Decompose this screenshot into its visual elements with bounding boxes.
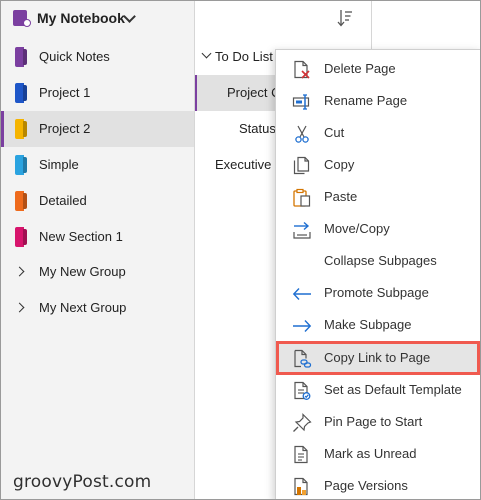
chevron-right-icon — [14, 302, 25, 313]
menu-item-label: Pin Page to Start — [324, 414, 423, 429]
notebook-title: My Notebook — [37, 10, 125, 26]
menu-item-label: Delete Page — [324, 61, 396, 76]
section-group-label: My Next Group — [39, 300, 127, 315]
scissors-icon — [292, 124, 312, 144]
menu-item-move-copy[interactable]: Move/Copy — [276, 213, 480, 245]
menu-item-pin-page-to-start[interactable]: Pin Page to Start — [276, 406, 480, 438]
section-label: Detailed — [39, 193, 87, 208]
section-tab-icon — [15, 83, 24, 103]
menu-item-page-versions[interactable]: Page Versions — [276, 470, 480, 499]
section-tab-icon — [15, 191, 24, 211]
menu-item-label: Copy Link to Page — [324, 350, 431, 365]
menu-item-label: Set as Default Template — [324, 382, 462, 397]
menu-item-label: Make Subpage — [324, 317, 412, 332]
section-label: New Section 1 — [39, 229, 123, 244]
section-item-project-1[interactable]: Project 1 — [1, 75, 194, 111]
page-context-menu: Delete Page Rename Page Cut Copy Paste M… — [275, 49, 480, 499]
page-versions-icon — [292, 477, 312, 497]
page-label: Executive S — [215, 157, 284, 172]
rename-page-icon — [292, 92, 312, 112]
copy-link-icon — [292, 349, 312, 369]
section-tab-icon — [15, 227, 24, 247]
page-label: Project C — [227, 85, 281, 100]
menu-item-label: Promote Subpage — [324, 285, 429, 300]
menu-item-copy-link-to-page[interactable]: Copy Link to Page — [276, 341, 480, 375]
move-copy-icon — [292, 220, 312, 240]
menu-item-label: Collapse Subpages — [324, 253, 437, 268]
section-tab-icon — [15, 47, 24, 67]
section-pane: Quick Notes Project 1 Project 2 Simple D… — [1, 1, 195, 499]
mark-unread-icon — [292, 445, 312, 465]
pin-icon — [292, 413, 312, 433]
section-item-quick-notes[interactable]: Quick Notes — [1, 39, 194, 75]
section-group-label: My New Group — [39, 264, 126, 279]
menu-item-mark-as-unread[interactable]: Mark as Unread — [276, 438, 480, 470]
menu-item-promote-subpage[interactable]: Promote Subpage — [276, 277, 480, 309]
section-group-my-new-group[interactable]: My New Group — [1, 254, 194, 290]
page-label: Status — [239, 121, 276, 136]
menu-item-label: Paste — [324, 189, 358, 204]
onenote-window: Quick Notes Project 1 Project 2 Simple D… — [0, 0, 481, 500]
section-item-project-2[interactable]: Project 2 — [1, 111, 194, 147]
menu-item-delete-page[interactable]: Delete Page — [276, 53, 480, 85]
copy-icon — [292, 156, 312, 176]
notebook-icon — [13, 10, 31, 27]
page-group-label: To Do List — [215, 49, 273, 64]
section-item-detailed[interactable]: Detailed — [1, 183, 194, 219]
watermark: groovyPost.com — [13, 472, 152, 492]
template-icon — [292, 381, 312, 401]
section-group-my-next-group[interactable]: My Next Group — [1, 290, 194, 326]
menu-item-label: Copy — [324, 157, 355, 172]
section-item-simple[interactable]: Simple — [1, 147, 194, 183]
arrow-left-icon — [292, 284, 312, 304]
menu-item-cut[interactable]: Cut — [276, 117, 480, 149]
notebook-switcher[interactable]: My Notebook — [1, 1, 151, 37]
section-label: Project 2 — [39, 121, 91, 136]
menu-item-rename-page[interactable]: Rename Page — [276, 85, 480, 117]
chevron-down-icon — [201, 48, 212, 59]
menu-item-label: Move/Copy — [324, 221, 390, 236]
paste-icon — [292, 188, 312, 208]
delete-page-icon — [292, 60, 312, 80]
section-label: Simple — [39, 157, 79, 172]
arrow-right-icon — [292, 316, 312, 336]
section-tab-icon — [15, 155, 24, 175]
menu-item-make-subpage[interactable]: Make Subpage — [276, 309, 480, 341]
menu-item-label: Cut — [324, 125, 345, 140]
section-label: Quick Notes — [39, 49, 110, 64]
sort-icon[interactable] — [337, 9, 353, 27]
menu-item-paste[interactable]: Paste — [276, 181, 480, 213]
menu-item-label: Mark as Unread — [324, 446, 417, 461]
chevron-down-icon — [123, 10, 136, 23]
menu-item-copy[interactable]: Copy — [276, 149, 480, 181]
section-tab-icon — [15, 119, 24, 139]
menu-item-label: Rename Page — [324, 93, 408, 108]
chevron-right-icon — [14, 266, 25, 277]
menu-item-set-default-template[interactable]: Set as Default Template — [276, 374, 480, 406]
section-label: Project 1 — [39, 85, 91, 100]
menu-item-collapse-subpages[interactable]: Collapse Subpages — [276, 245, 480, 277]
menu-item-label: Page Versions — [324, 478, 408, 493]
section-item-new-section-1[interactable]: New Section 1 — [1, 219, 194, 255]
notebook-header: My Notebook — [1, 1, 371, 37]
